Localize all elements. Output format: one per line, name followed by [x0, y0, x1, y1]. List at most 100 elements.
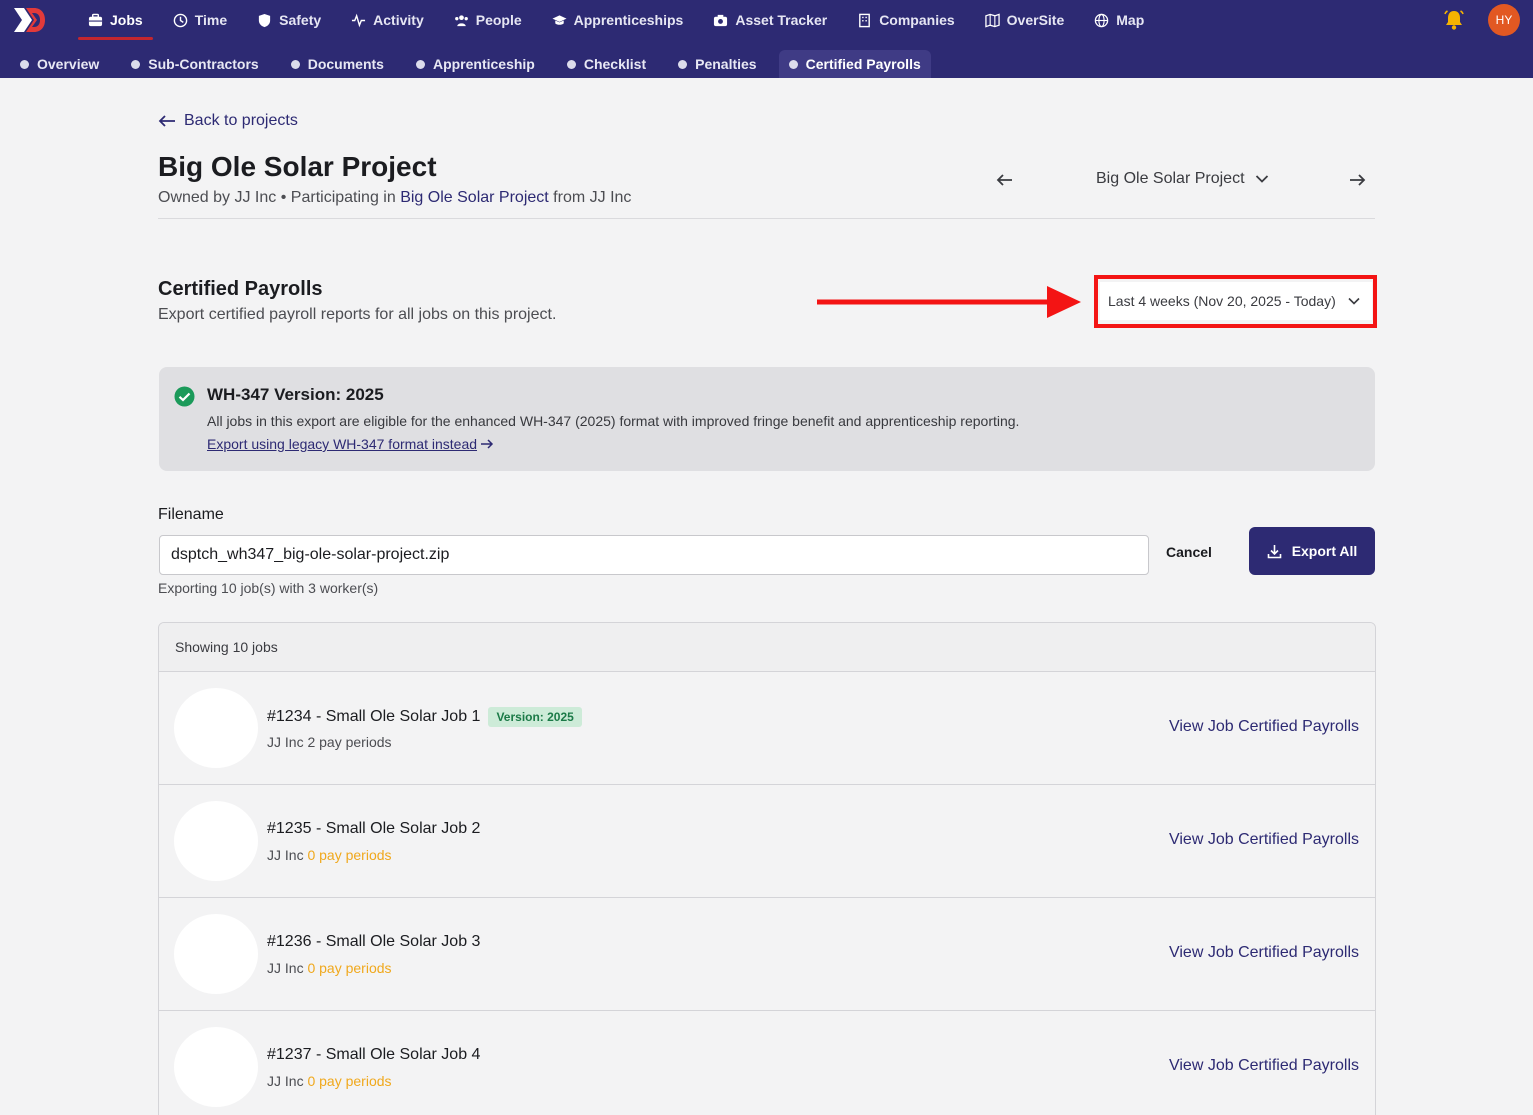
job-title: #1236 - Small Ole Solar Job 3 [267, 933, 481, 950]
tab-overview[interactable]: Overview [10, 50, 109, 78]
nav-safety-label: Safety [279, 12, 322, 28]
notice-text: All jobs in this export are eligible for… [207, 413, 1020, 429]
tab-checklist[interactable]: Checklist [557, 50, 656, 78]
filename-input[interactable] [159, 535, 1149, 575]
nav-apprenticeships[interactable]: Apprenticeships [540, 0, 696, 40]
job-title: #1237 - Small Ole Solar Job 4 [267, 1046, 481, 1063]
section-description: Export certified payroll reports for all… [158, 306, 557, 323]
annotation-arrow-icon [817, 286, 1081, 318]
nav-safety[interactable]: Safety [245, 0, 333, 40]
building-icon [859, 13, 871, 27]
tab-penalties[interactable]: Penalties [668, 50, 766, 78]
nav-oversite[interactable]: OverSite [973, 0, 1077, 40]
job-row: #1236 - Small Ole Solar Job 3 JJ Inc 0 p… [159, 898, 1375, 1011]
back-to-projects-link[interactable]: Back to projects [158, 112, 298, 130]
job-pay-periods: 0 pay periods [307, 847, 392, 863]
activity-icon [352, 13, 366, 27]
chevron-down-icon [1255, 175, 1268, 183]
job-meta: JJ Inc 2 pay periods [267, 734, 392, 750]
nav-oversite-label: OverSite [1006, 12, 1065, 28]
project-ownership-line: Owned by JJ Inc • Participating in Big O… [158, 189, 631, 207]
job-meta: JJ Inc 0 pay periods [267, 960, 392, 976]
top-navigation: Jobs Time Safety Activity People Apprent… [0, 0, 1533, 78]
wh347-version-notice: WH-347 Version: 2025 All jobs in this ex… [159, 367, 1375, 471]
job-row: #1234 - Small Ole Solar Job 1 Version: 2… [159, 672, 1375, 785]
tab-label: Overview [37, 56, 100, 72]
tab-certified-payrolls[interactable]: Certified Payrolls [778, 50, 931, 78]
nav-activity-label: Activity [373, 12, 424, 28]
next-project-arrow-icon[interactable] [1346, 170, 1368, 190]
export-all-label: Export All [1291, 543, 1358, 559]
nav-people[interactable]: People [442, 0, 534, 40]
view-job-certified-payrolls-link[interactable]: View Job Certified Payrolls [1169, 1057, 1359, 1075]
job-title-line: #1234 - Small Ole Solar Job 1 Version: 2… [267, 707, 582, 727]
map-book-icon [984, 12, 1000, 28]
nav-companies[interactable]: Companies [845, 0, 966, 40]
participating-project-link[interactable]: Big Ole Solar Project [400, 189, 549, 206]
participating-suffix: from JJ Inc [553, 189, 632, 206]
project-sub-nav: Overview Sub-Contractors Documents Appre… [10, 50, 943, 78]
clock-icon [173, 13, 187, 27]
tab-label: Apprenticeship [432, 56, 535, 72]
nav-companies-label: Companies [879, 12, 955, 28]
tab-label: Checklist [583, 56, 647, 72]
project-selector-label: Big Ole Solar Project [1096, 170, 1245, 187]
notification-bell-icon[interactable] [1442, 8, 1466, 32]
view-job-certified-payrolls-link[interactable]: View Job Certified Payrolls [1169, 944, 1359, 962]
job-title-line: #1236 - Small Ole Solar Job 3 [267, 933, 480, 951]
dot-icon [20, 59, 29, 69]
dot-icon [566, 59, 576, 69]
arrow-left-icon [158, 115, 175, 127]
job-pay-periods: 0 pay periods [307, 960, 392, 976]
job-title: #1234 - Small Ole Solar Job 1 [267, 708, 481, 725]
people-icon [454, 14, 468, 26]
dsptch-logo[interactable] [12, 6, 46, 34]
page-title: Big Ole Solar Project [158, 151, 437, 182]
shield-icon [259, 13, 271, 27]
nav-time-label: Time [194, 12, 228, 28]
legacy-format-link-label: Export using legacy WH-347 format instea… [207, 436, 478, 452]
previous-project-arrow-icon[interactable] [994, 170, 1016, 190]
nav-people-label: People [475, 12, 522, 28]
job-meta: JJ Inc 0 pay periods [267, 1073, 392, 1089]
cancel-button[interactable]: Cancel [1166, 540, 1212, 564]
nav-activity[interactable]: Activity [339, 0, 436, 40]
job-title: #1235 - Small Ole Solar Job 2 [267, 820, 481, 837]
view-job-certified-payrolls-link[interactable]: View Job Certified Payrolls [1169, 831, 1359, 849]
dot-icon [131, 59, 141, 69]
dot-icon [788, 59, 798, 69]
tab-label: Documents [307, 56, 384, 72]
separator-bullet: • [280, 189, 287, 206]
user-avatar[interactable]: HY [1488, 4, 1520, 36]
project-selector[interactable]: Big Ole Solar Project [1096, 170, 1269, 188]
filename-label: Filename [158, 506, 224, 523]
job-meta: JJ Inc 0 pay periods [267, 847, 392, 863]
primary-nav: Jobs Time Safety Activity People Apprent… [76, 0, 1162, 42]
nav-jobs[interactable]: Jobs [76, 0, 155, 40]
section-title: Certified Payrolls [158, 278, 323, 300]
nav-time[interactable]: Time [161, 0, 239, 40]
export-all-button[interactable]: Export All [1249, 527, 1375, 575]
job-pay-periods: 0 pay periods [307, 1073, 392, 1089]
legacy-format-link[interactable]: Export using legacy WH-347 format instea… [207, 436, 494, 452]
job-avatar [174, 914, 258, 994]
tab-apprenticeship[interactable]: Apprenticeship [406, 50, 545, 78]
job-row: #1235 - Small Ole Solar Job 2 JJ Inc 0 p… [159, 785, 1375, 898]
job-company: JJ Inc [267, 847, 304, 863]
briefcase-icon [88, 13, 103, 26]
owned-by-text: Owned by JJ Inc [158, 189, 277, 206]
dot-icon [290, 59, 300, 69]
date-range-select[interactable]: Last 4 weeks (Nov 20, 2025 - Today) [1100, 282, 1372, 320]
camera-icon [714, 14, 728, 26]
nav-apprenticeships-label: Apprenticeships [573, 12, 684, 28]
nav-map[interactable]: Map [1082, 0, 1156, 40]
check-circle-icon [174, 386, 195, 407]
tab-sub-contractors[interactable]: Sub-Contractors [121, 50, 268, 78]
arrow-right-icon [481, 439, 494, 449]
nav-asset-tracker[interactable]: Asset Tracker [701, 0, 839, 40]
view-job-certified-payrolls-link[interactable]: View Job Certified Payrolls [1169, 718, 1359, 736]
globe-icon [1095, 13, 1109, 27]
job-company: JJ Inc [267, 960, 304, 976]
tab-documents[interactable]: Documents [281, 50, 394, 78]
nav-asset-tracker-label: Asset Tracker [735, 12, 828, 28]
